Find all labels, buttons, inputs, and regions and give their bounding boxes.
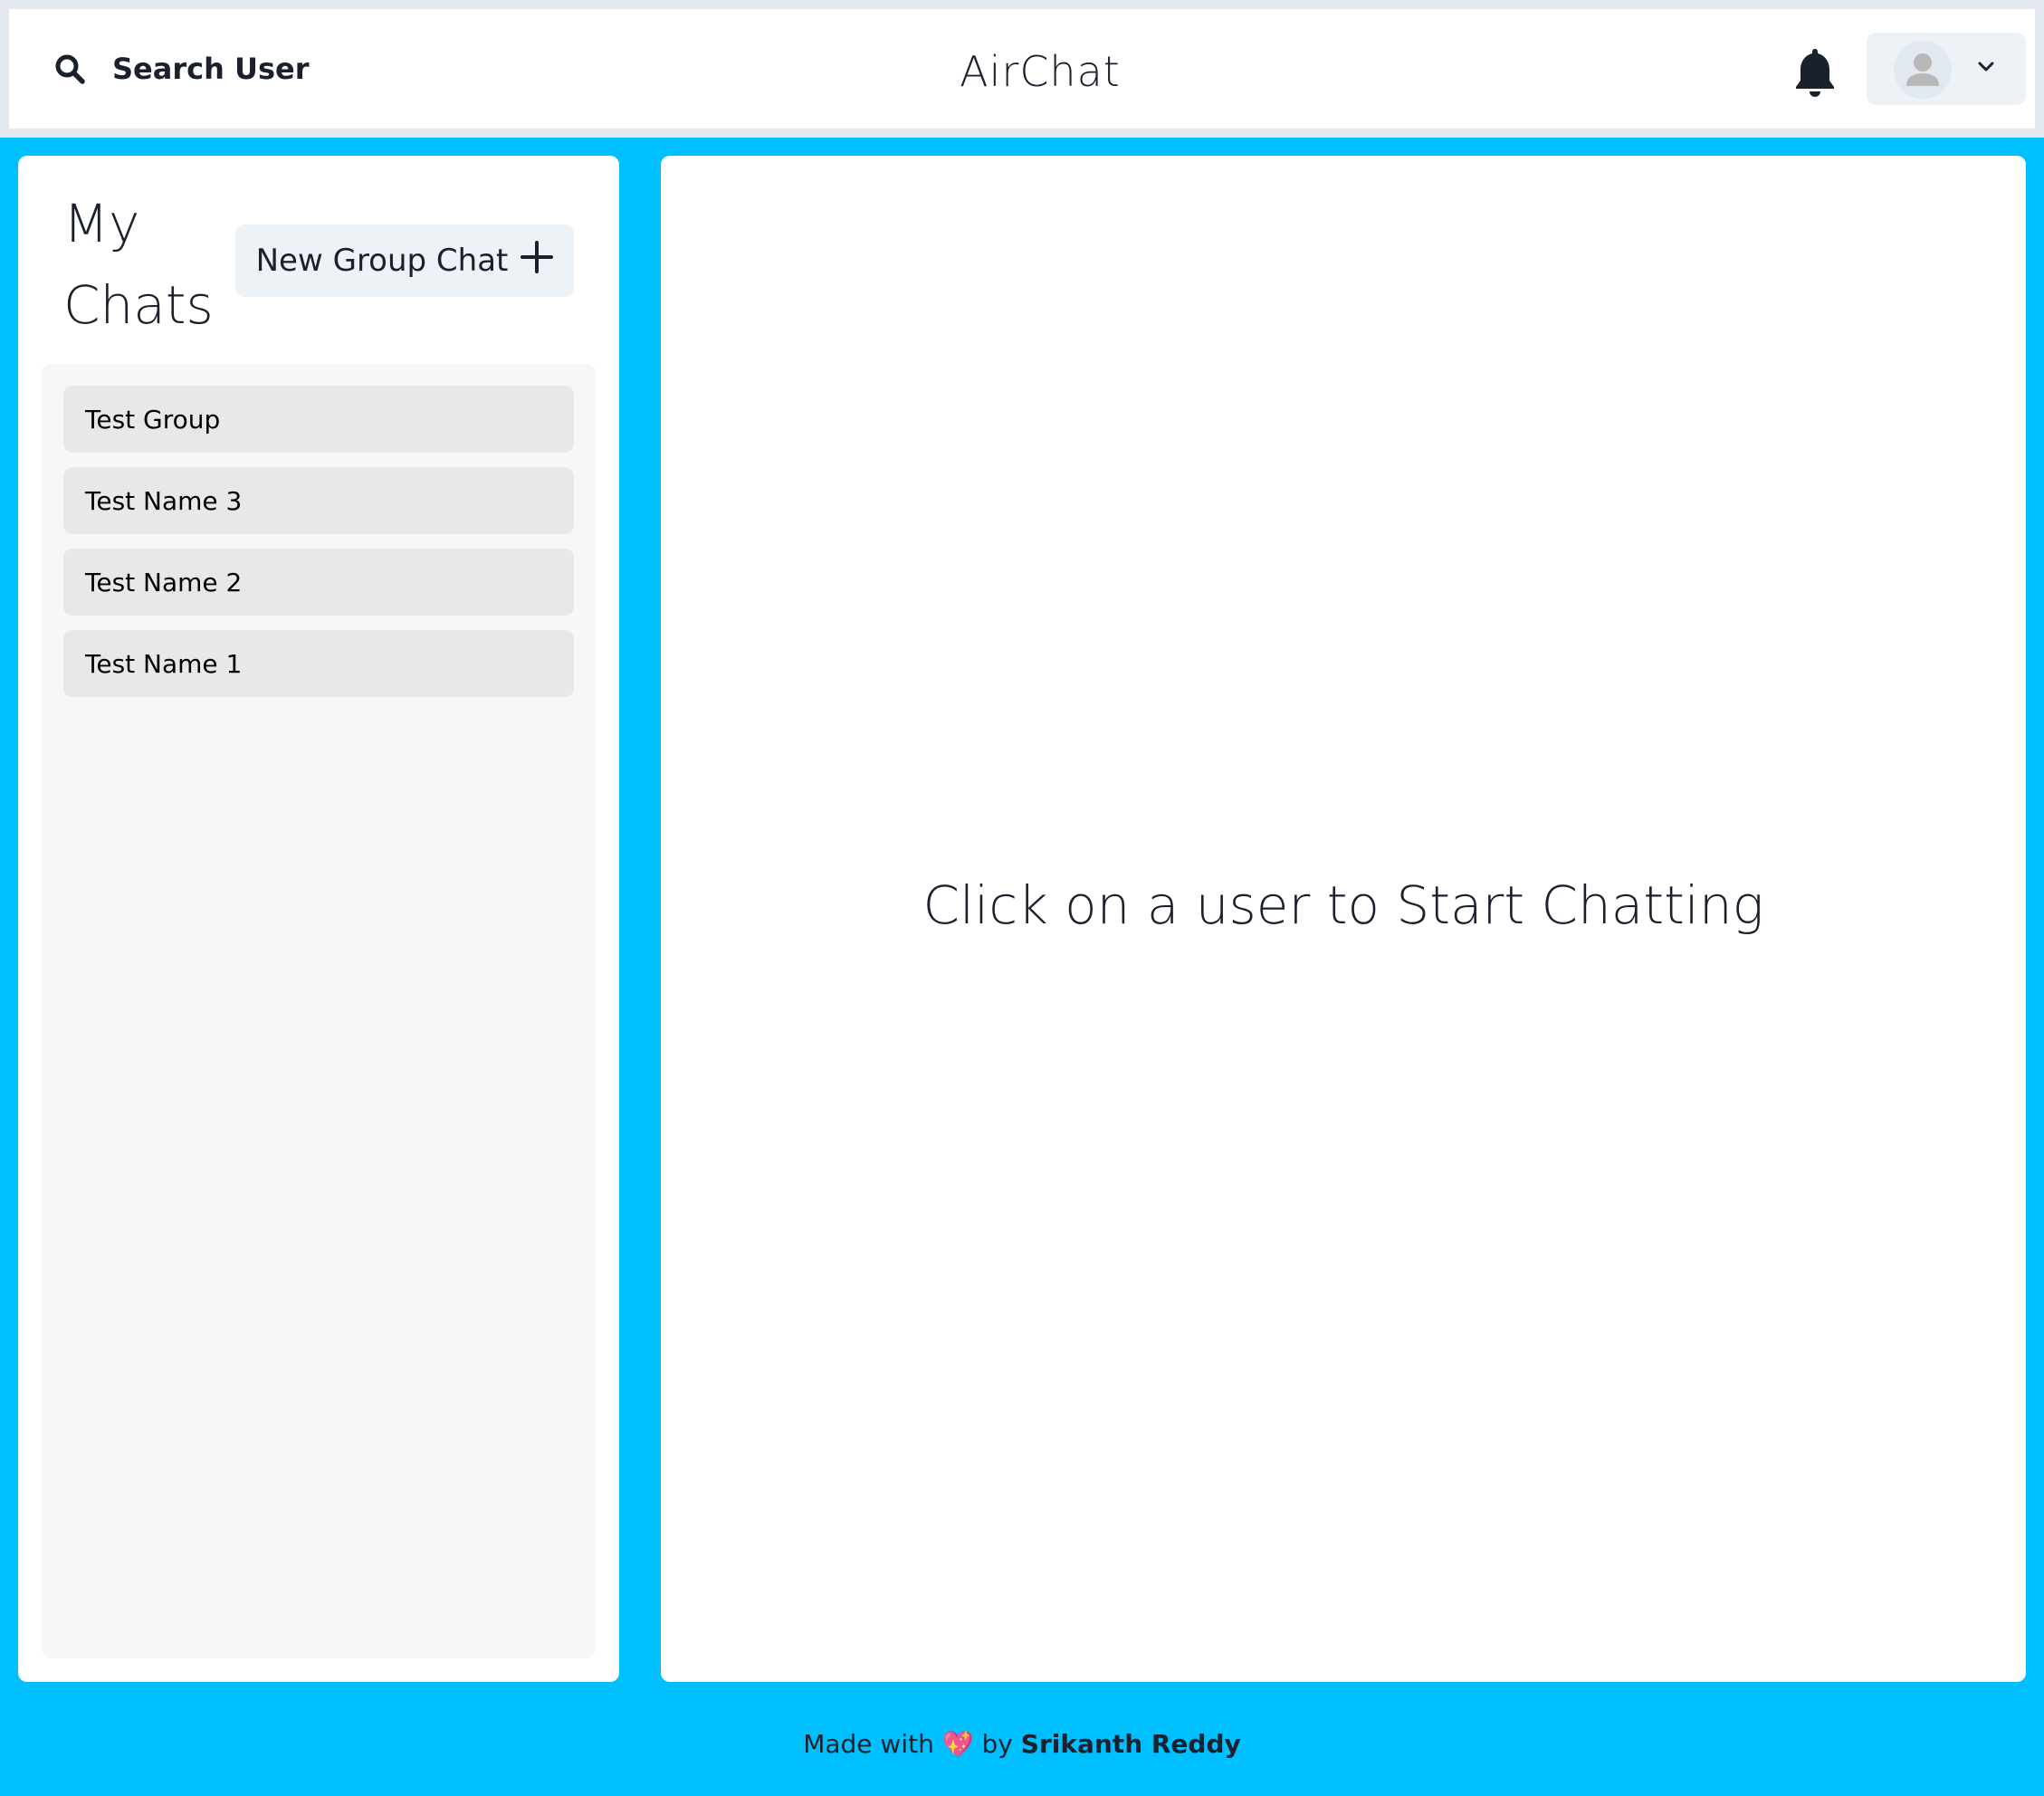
- chat-list-item[interactable]: Test Name 1: [63, 630, 574, 697]
- footer-author: Srikanth Reddy: [1020, 1729, 1241, 1759]
- top-bar: Search User AirChat: [0, 0, 2044, 138]
- chat-name: Test Name 1: [85, 648, 243, 679]
- chat-list: Test Group Test Name 3 Test Name 2 Test …: [42, 364, 596, 1658]
- plus-icon: [521, 240, 554, 282]
- profile-menu-button[interactable]: [1867, 33, 2026, 105]
- chat-name: Test Name 3: [85, 485, 243, 516]
- footer-prefix: Made with: [803, 1729, 934, 1759]
- notifications-button[interactable]: [1792, 45, 1838, 100]
- my-chats-panel: My Chats New Group Chat Test Group Test …: [18, 156, 619, 1682]
- empty-chat-message: Click on a user to Start Chatting: [922, 874, 1764, 936]
- chat-list-item[interactable]: Test Group: [63, 386, 574, 453]
- chat-list-item[interactable]: Test Name 2: [63, 549, 574, 616]
- user-avatar-icon: [1894, 41, 1952, 99]
- footer: Made with 💖 by Srikanth Reddy: [0, 1729, 2044, 1759]
- bell-icon: [1796, 49, 1834, 97]
- app-title: AirChat: [960, 47, 1121, 96]
- new-group-chat-button[interactable]: New Group Chat: [235, 224, 574, 297]
- new-group-chat-label: New Group Chat: [255, 243, 509, 279]
- chevron-down-icon: [1977, 60, 1995, 77]
- header: Search User AirChat: [9, 9, 2035, 129]
- heart-icon: 💖: [941, 1729, 974, 1759]
- my-chats-title: My Chats: [63, 193, 214, 336]
- chat-box: Click on a user to Start Chatting: [661, 156, 2026, 1682]
- chat-name: Test Name 2: [85, 567, 243, 597]
- footer-by: by: [981, 1729, 1013, 1759]
- chat-name: Test Group: [85, 404, 221, 435]
- chat-list-item[interactable]: Test Name 3: [63, 467, 574, 534]
